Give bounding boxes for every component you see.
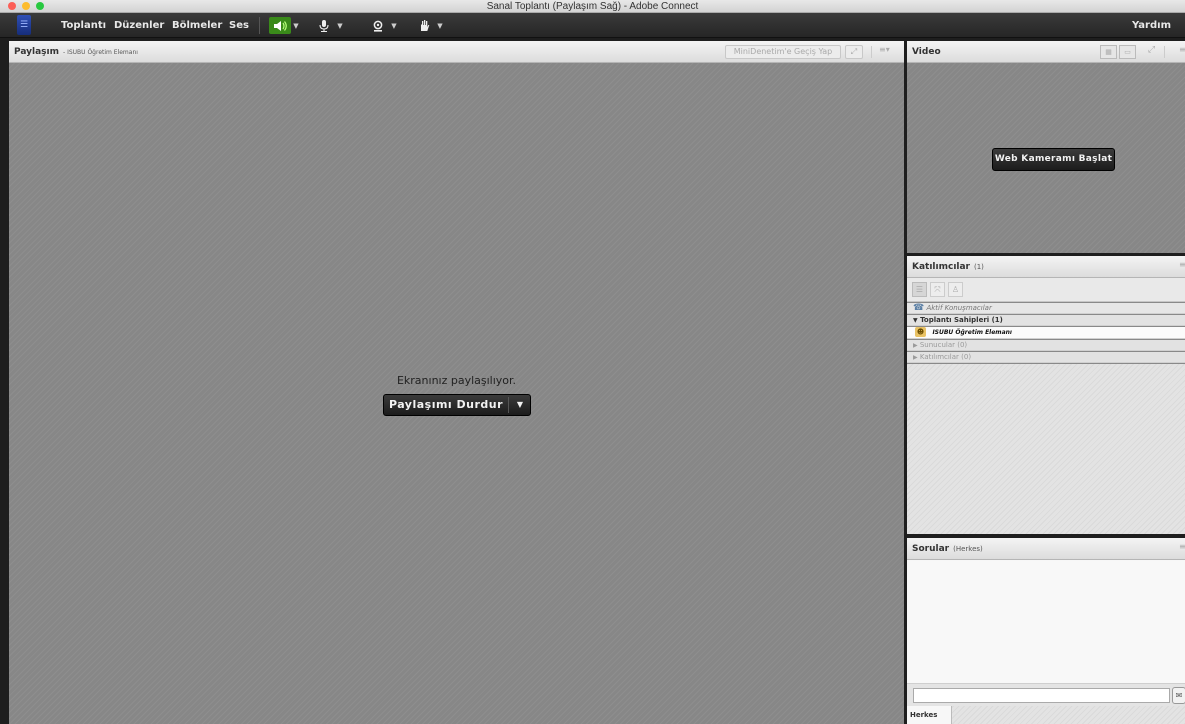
- question-input-bar: ✉: [907, 683, 1185, 706]
- microphone-dropdown-chevron-icon[interactable]: ▼: [335, 22, 345, 30]
- raise-hand-icon[interactable]: [413, 17, 435, 34]
- attendees-pod-header: Katılımcılar (1) ≡: [907, 256, 1185, 278]
- attendees-pod: Katılımcılar (1) ≡ ☰ ⤧ ♙ ☎ Aktif Konuşmac…: [907, 256, 1185, 534]
- speaker-talking-icon: ☎: [913, 303, 925, 313]
- sharing-status-text: Ekranınız paylaşılıyor.: [396, 374, 517, 387]
- questions-pod-title: Sorular: [912, 544, 950, 554]
- status-toggle[interactable]: ▼: [413, 17, 445, 34]
- questions-list-area: [907, 561, 1185, 683]
- tab-herkes[interactable]: Herkes: [907, 706, 952, 724]
- speaker-toggle[interactable]: ▼: [269, 17, 301, 34]
- attendee-row[interactable]: ☻ ISUBU Öğretim Elemanı: [907, 327, 1185, 339]
- start-webcam-button[interactable]: Web Kameramı Başlat: [992, 148, 1115, 171]
- video-pod-title: Video: [912, 47, 941, 57]
- header-divider: [1164, 46, 1165, 58]
- questions-pod-header: Sorular (Herkes) ≡: [907, 538, 1185, 560]
- set-role-icon[interactable]: ♙: [948, 282, 963, 297]
- group-presenters-label: Sunucular (0): [919, 341, 968, 349]
- menu-separator: [259, 17, 260, 34]
- fullscreen-icon[interactable]: ⤢: [1143, 45, 1160, 59]
- group-hosts-row[interactable]: ▼ Toplantı Sahipleri (1): [907, 315, 1185, 326]
- pod-options-menu-icon[interactable]: ≡▾: [879, 45, 890, 54]
- list-view-icon[interactable]: ☰: [912, 282, 927, 297]
- webcam-dropdown-chevron-icon[interactable]: ▼: [389, 22, 399, 30]
- webcam-toggle[interactable]: ▼: [367, 17, 399, 34]
- share-pod-presenter: - ISUBU Öğretim Elemanı: [63, 49, 138, 56]
- video-pod: Video ▦ ▭ ⤢ ≡ Web Kameramı Başlat: [907, 41, 1185, 253]
- stop-sharing-button[interactable]: Paylaşımı Durdur ▼: [383, 394, 531, 416]
- fullscreen-icon[interactable]: ⤢: [845, 45, 863, 59]
- filmstrip-view-icon[interactable]: ▭: [1119, 45, 1136, 59]
- share-content-area: Ekranınız paylaşılıyor. Paylaşımı Durdur…: [9, 63, 904, 724]
- button-divider: [508, 397, 509, 413]
- stop-sharing-chevron-down-icon[interactable]: ▼: [510, 395, 530, 415]
- attendees-toolbar: ☰ ⤧ ♙: [907, 278, 1185, 302]
- group-hosts-label: Toplantı Sahipleri (1): [920, 316, 1003, 324]
- adobe-connect-logo-icon: ☰: [17, 15, 31, 35]
- speaker-icon[interactable]: [269, 17, 291, 34]
- webcam-icon[interactable]: [367, 17, 389, 34]
- group-presenters-row[interactable]: ▶ Sunucular (0): [907, 340, 1185, 351]
- attendees-empty-area: [907, 364, 1185, 534]
- host-user-icon: ☻: [915, 327, 926, 337]
- send-message-icon[interactable]: ✉: [1172, 687, 1185, 704]
- expanded-triangle-icon: ▼: [913, 317, 918, 324]
- stop-sharing-label: Paylaşımı Durdur: [388, 398, 504, 411]
- pod-options-menu-icon[interactable]: ≡: [1179, 45, 1185, 54]
- microphone-icon[interactable]: [313, 17, 335, 34]
- grid-view-icon[interactable]: ▦: [1100, 45, 1117, 59]
- pod-options-menu-icon[interactable]: ≡: [1179, 542, 1185, 551]
- questions-pod: Sorular (Herkes) ≡ ✉ Herkes: [907, 538, 1185, 724]
- status-dropdown-chevron-icon[interactable]: ▼: [435, 22, 445, 30]
- attendees-count: (1): [974, 263, 984, 271]
- microphone-toggle[interactable]: ▼: [313, 17, 345, 34]
- share-pod-header: Paylaşım - ISUBU Öğretim Elemanı MiniDene…: [9, 41, 904, 63]
- share-pod-title: Paylaşım: [14, 47, 59, 57]
- pod-options-menu-icon[interactable]: ≡: [1179, 260, 1185, 269]
- host-user-name: ISUBU Öğretim Elemanı: [932, 329, 1012, 336]
- window-title-bar: Sanal Toplantı (Paylaşım Sağ) - Adobe Co…: [0, 0, 1185, 13]
- group-participants-label: Katılımcılar (0): [919, 353, 972, 361]
- header-divider: [871, 46, 872, 58]
- active-speakers-label: Aktif Konuşmacılar: [926, 304, 992, 312]
- speaker-dropdown-chevron-icon[interactable]: ▼: [291, 22, 301, 30]
- menu-bar: ☰ Toplantı Düzenler Bölmeler Ses ▼ ▼ ▼ ▼…: [0, 13, 1185, 38]
- menu-ses[interactable]: Ses: [229, 13, 249, 38]
- collapsed-triangle-icon: ▶: [913, 342, 918, 349]
- menu-toplanti[interactable]: Toplantı: [61, 13, 106, 38]
- menu-yardim[interactable]: Yardım: [1132, 13, 1171, 38]
- share-pod: Paylaşım - ISUBU Öğretim Elemanı MiniDene…: [9, 41, 904, 724]
- window-title: Sanal Toplantı (Paylaşım Sağ) - Adobe Co…: [486, 1, 699, 12]
- video-pod-header: Video ▦ ▭ ⤢ ≡: [907, 41, 1185, 63]
- question-input[interactable]: [913, 688, 1170, 703]
- mini-control-button[interactable]: MiniDenetim'e Geçiş Yap: [725, 45, 841, 59]
- menu-duzenler[interactable]: Düzenler: [114, 13, 164, 38]
- menu-bolmeler[interactable]: Bölmeler: [172, 13, 222, 38]
- active-speakers-row: ☎ Aktif Konuşmacılar: [907, 303, 1185, 314]
- collapsed-triangle-icon: ▶: [913, 354, 918, 361]
- questions-pod-scope: (Herkes): [953, 545, 983, 553]
- attendees-pod-title: Katılımcılar: [912, 262, 970, 272]
- video-content-area: Web Kameramı Başlat: [907, 63, 1185, 253]
- questions-tab-bar: Herkes: [907, 706, 1185, 724]
- breakout-view-icon[interactable]: ⤧: [930, 282, 945, 297]
- group-participants-row[interactable]: ▶ Katılımcılar (0): [907, 352, 1185, 363]
